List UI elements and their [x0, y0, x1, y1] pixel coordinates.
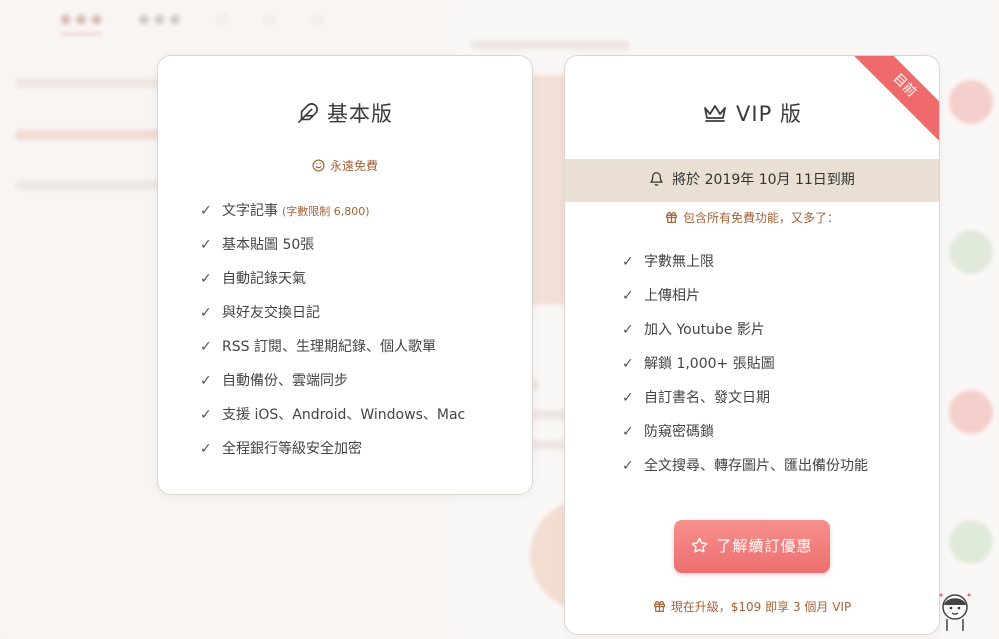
check-icon: ✓: [200, 373, 212, 389]
background-tabs: ● ● ● ● ● ● ○ ○ ○: [60, 12, 323, 35]
check-icon: ✓: [200, 441, 212, 457]
upgrade-promo-text: 現在升級，$109 即享 3 個月 VIP: [670, 600, 852, 614]
feature-text: 上傳相片: [644, 288, 700, 304]
gift-icon: [653, 600, 666, 616]
feature-item: ✓ 上傳相片: [622, 279, 868, 313]
smile-icon: [312, 159, 325, 175]
vip-plan-subtitle-text: 包含所有免費功能，又多了：: [682, 211, 839, 225]
vip-plan-title-text: VIP 版: [736, 102, 802, 126]
gift-icon: [665, 211, 678, 227]
check-icon: ✓: [622, 458, 634, 474]
feature-item: ✓ 與好友交換日記: [200, 296, 465, 330]
vip-feature-list: ✓ 字數無上限 ✓ 上傳相片 ✓ 加入 Youtube 影片 ✓ 解鎖 1,000+ 張…: [622, 245, 868, 483]
background-avatar: [949, 390, 993, 434]
bell-icon: [649, 162, 664, 205]
basic-plan-subtitle: 永遠免費: [158, 157, 532, 175]
feature-text: 加入 Youtube 影片: [644, 322, 765, 338]
feature-item: ✓ 文字記事 (字數限制 6,800): [200, 194, 465, 228]
feature-note: (字數限制 6,800): [282, 205, 370, 218]
background-avatar: [949, 520, 993, 564]
crown-icon: [702, 103, 728, 128]
expiry-banner: 將於 2019年 10月 11日到期: [565, 159, 939, 202]
check-icon: ✓: [622, 254, 634, 270]
feature-text: 自訂書名、發文日期: [644, 390, 770, 406]
check-icon: ✓: [200, 305, 212, 321]
vip-plan-title: VIP 版: [565, 98, 939, 128]
feature-item: ✓ RSS 訂閱、生理期紀錄、個人歌單: [200, 330, 465, 364]
check-icon: ✓: [622, 390, 634, 406]
check-icon: ✓: [200, 407, 212, 423]
basic-feature-list: ✓ 文字記事 (字數限制 6,800) ✓ 基本貼圖 50張 ✓ 自動記錄天氣 ✓ 與好友…: [200, 194, 465, 466]
check-icon: ✓: [622, 424, 634, 440]
basic-plan-card: 基本版 永遠免費 ✓ 文字記事 (字數限制 6,800) ✓ 基本貼圖 50張 ✓ 自動…: [157, 55, 533, 495]
feather-icon: [297, 102, 319, 129]
check-icon: ✓: [200, 339, 212, 355]
check-icon: ✓: [200, 203, 212, 219]
basic-plan-subtitle-text: 永遠免費: [329, 159, 378, 173]
feature-item: ✓ 自訂書名、發文日期: [622, 381, 868, 415]
vip-plan-subtitle: 包含所有免費功能，又多了：: [565, 209, 939, 227]
feature-item: ✓ 自動記錄天氣: [200, 262, 465, 296]
feature-text: 全程銀行等級安全加密: [222, 441, 362, 457]
feature-item: ✓ 全程銀行等級安全加密: [200, 432, 465, 466]
check-icon: ✓: [622, 288, 634, 304]
star-icon: [691, 523, 708, 576]
check-icon: ✓: [200, 271, 212, 287]
check-icon: ✓: [622, 322, 634, 338]
feature-item: ✓ 字數無上限: [622, 245, 868, 279]
mascot-logo: [935, 585, 975, 633]
expiry-text: 將於 2019年 10月 11日到期: [672, 172, 855, 188]
renewal-offer-button[interactable]: 了解續訂優惠: [674, 520, 830, 573]
feature-text: 基本貼圖 50張: [222, 237, 315, 253]
basic-plan-title: 基本版: [158, 98, 532, 129]
feature-text: 與好友交換日記: [222, 305, 320, 321]
feature-text: 自動記錄天氣: [222, 271, 306, 287]
check-icon: ✓: [200, 237, 212, 253]
background-avatar: [949, 230, 993, 274]
feature-text: 全文搜尋、轉存圖片、匯出備份功能: [644, 458, 868, 474]
feature-text: RSS 訂閱、生理期紀錄、個人歌單: [222, 339, 436, 355]
feature-text: 解鎖 1,000+ 張貼圖: [644, 356, 775, 372]
upgrade-promo: 現在升級，$109 即享 3 個月 VIP: [565, 598, 939, 616]
feature-item: ✓ 全文搜尋、轉存圖片、匯出備份功能: [622, 449, 868, 483]
vip-plan-card: 目前 VIP 版 將於 2019年 10月 11日到期 包含所有免費功能，又多了…: [564, 55, 940, 635]
feature-text: 支援 iOS、Android、Windows、Mac: [222, 407, 466, 423]
check-icon: ✓: [622, 356, 634, 372]
feature-text: 防窺密碼鎖: [644, 424, 714, 440]
feature-item: ✓ 支援 iOS、Android、Windows、Mac: [200, 398, 465, 432]
feature-item: ✓ 基本貼圖 50張: [200, 228, 465, 262]
feature-text: 文字記事: [222, 203, 278, 219]
background-text-line: [15, 78, 165, 88]
feature-text: 自動備份、雲端同步: [222, 373, 348, 389]
feature-text: 字數無上限: [644, 254, 714, 270]
renewal-offer-button-label: 了解續訂優惠: [716, 537, 813, 555]
feature-item: ✓ 防窺密碼鎖: [622, 415, 868, 449]
feature-item: ✓ 加入 Youtube 影片: [622, 313, 868, 347]
background-text-line: [470, 40, 630, 50]
background-avatar: [949, 80, 993, 124]
basic-plan-title-text: 基本版: [327, 102, 393, 126]
feature-item: ✓ 解鎖 1,000+ 張貼圖: [622, 347, 868, 381]
feature-item: ✓ 自動備份、雲端同步: [200, 364, 465, 398]
